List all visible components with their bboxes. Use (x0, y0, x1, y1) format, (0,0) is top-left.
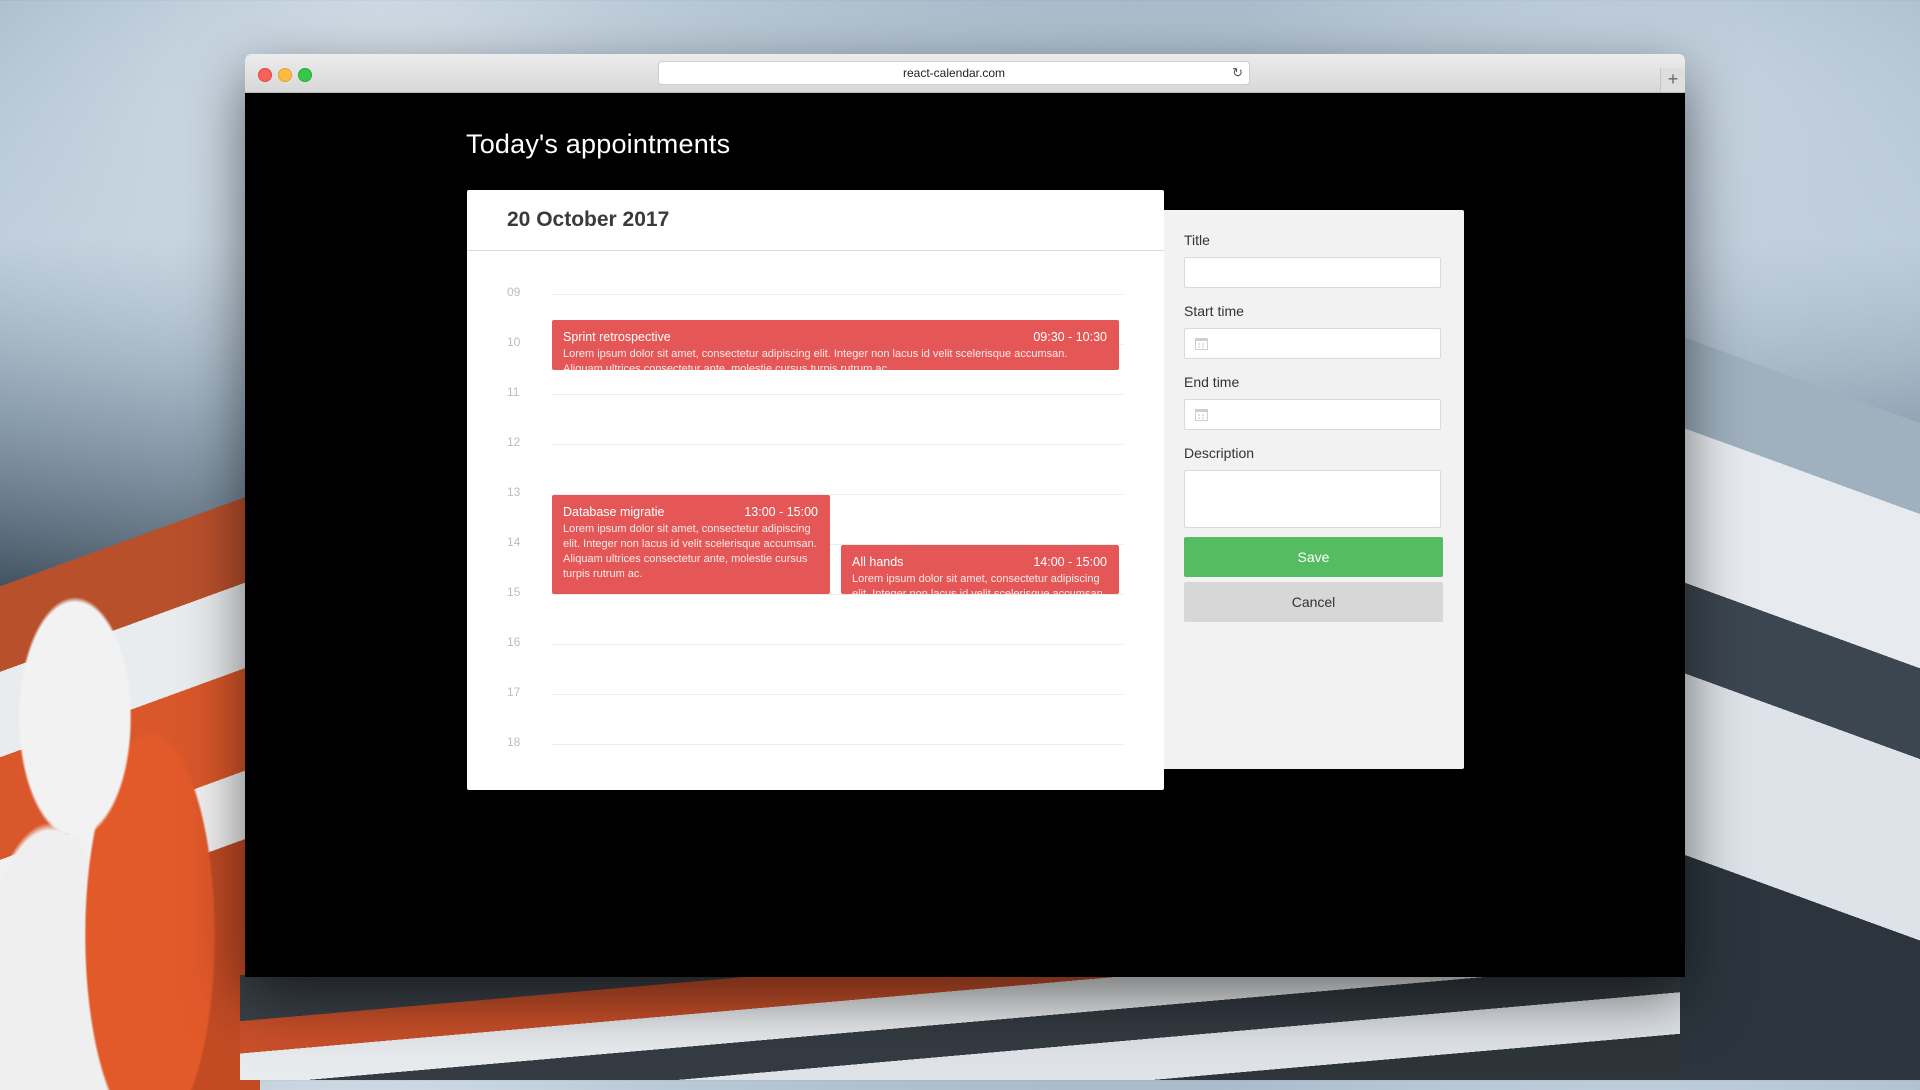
hour-line (552, 294, 1123, 295)
page-title: Today's appointments (466, 129, 731, 159)
hour-line (552, 594, 1123, 595)
calendar-icon (1195, 338, 1208, 350)
hour-line (552, 744, 1123, 745)
browser-window: react-calendar.com ↻ + Today's appointme… (245, 54, 1685, 977)
hour-label: 16 (507, 635, 521, 649)
title-label: Title (1184, 232, 1210, 248)
calendar-date: 20 October 2017 (507, 208, 670, 231)
hour-line (552, 444, 1123, 445)
event-sprint-retrospective[interactable]: Sprint retrospective 09:30 - 10:30 Lorem… (552, 320, 1119, 370)
start-time-label: Start time (1184, 303, 1244, 319)
hour-label: 17 (507, 685, 521, 699)
minimize-window-button[interactable] (278, 68, 292, 82)
browser-titlebar: react-calendar.com ↻ + (245, 54, 1685, 93)
event-time: 14:00 - 15:00 (1033, 555, 1107, 569)
hour-label: 18 (507, 735, 521, 749)
hour-label: 12 (507, 435, 521, 449)
event-description: Lorem ipsum dolor sit amet, consectetur … (563, 348, 1068, 370)
hour-label: 09 (507, 285, 521, 299)
hour-line (552, 644, 1123, 645)
cancel-button[interactable]: Cancel (1184, 582, 1443, 622)
event-time: 09:30 - 10:30 (1033, 330, 1107, 344)
hour-label: 11 (507, 385, 520, 399)
hour-label: 15 (507, 585, 521, 599)
close-window-button[interactable] (258, 68, 272, 82)
wallpaper-mountain-right (1680, 260, 1920, 1080)
hour-label: 13 (507, 485, 521, 499)
wallpaper-mountain-bottom (240, 975, 1680, 1080)
maximize-window-button[interactable] (298, 68, 312, 82)
reload-icon[interactable]: ↻ (1232, 62, 1243, 84)
hour-line (552, 394, 1123, 395)
appointment-form: Title Start time End time Description Sa… (1164, 210, 1464, 769)
calendar-header: 20 October 2017 (467, 190, 1164, 251)
event-database-migratie[interactable]: Database migratie 13:00 - 15:00 Lorem ip… (552, 495, 830, 594)
event-description: Lorem ipsum dolor sit amet, consectetur … (852, 573, 1106, 594)
event-description: Lorem ipsum dolor sit amet, consectetur … (563, 523, 817, 580)
hour-line (552, 694, 1123, 695)
description-label: Description (1184, 445, 1255, 461)
wallpaper-mountain-left (0, 330, 260, 1090)
hour-label: 14 (507, 535, 521, 549)
save-button[interactable]: Save (1184, 537, 1443, 577)
wallpaper-mountain-left-snow (0, 470, 250, 1090)
event-time: 13:00 - 15:00 (744, 505, 818, 519)
hour-label: 10 (507, 335, 521, 349)
calendar-icon (1195, 409, 1208, 421)
end-time-input[interactable] (1184, 399, 1441, 430)
event-title: Sprint retrospective (563, 330, 671, 344)
address-bar-url: react-calendar.com (902, 66, 1006, 80)
description-textarea[interactable] (1184, 470, 1441, 528)
event-all-hands[interactable]: All hands 14:00 - 15:00 Lorem ipsum dolo… (841, 545, 1119, 594)
address-bar[interactable]: react-calendar.com ↻ (658, 61, 1250, 85)
calendar-card: 20 October 2017 09 10 11 12 13 14 15 16 … (467, 190, 1164, 790)
start-time-input[interactable] (1184, 328, 1441, 359)
new-tab-button[interactable]: + (1660, 68, 1685, 92)
end-time-label: End time (1184, 374, 1240, 390)
title-input[interactable] (1184, 257, 1441, 288)
page-content: Today's appointments 20 October 2017 09 … (245, 93, 1685, 977)
